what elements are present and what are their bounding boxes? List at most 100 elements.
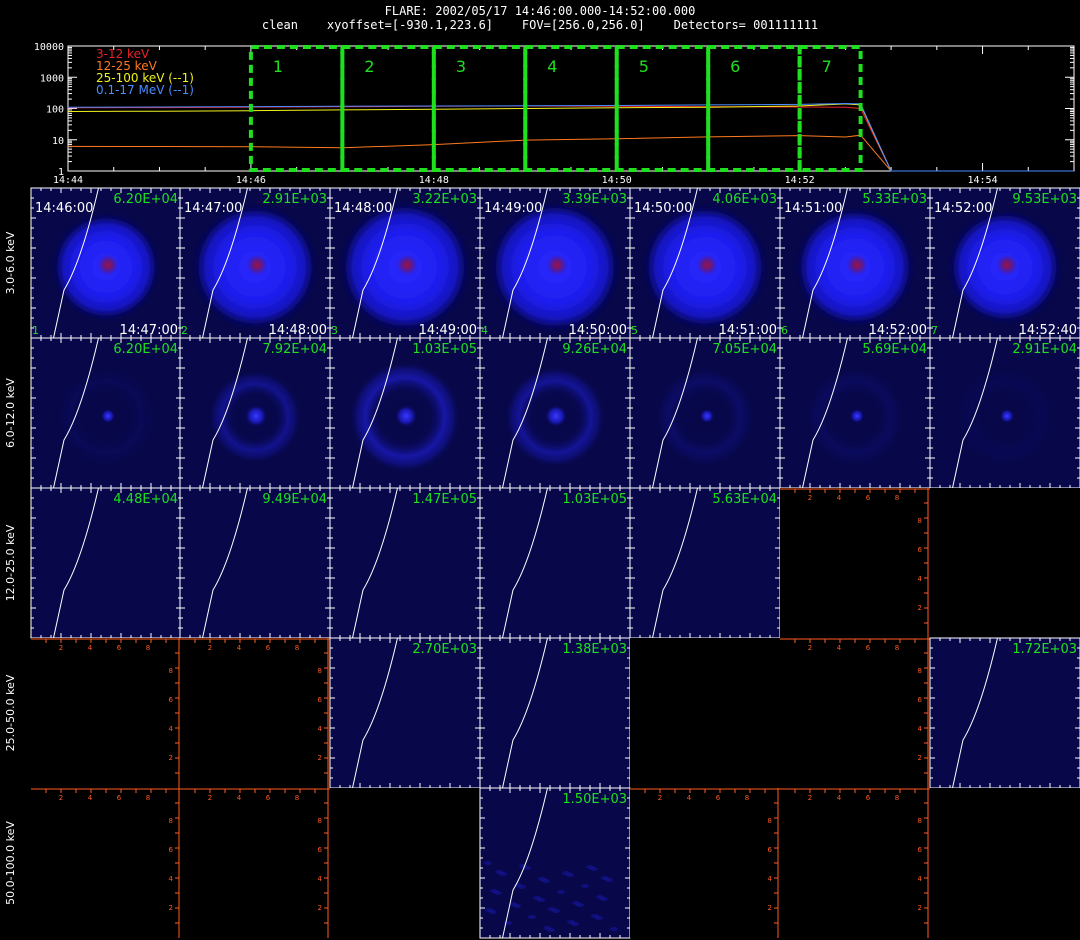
panel-max-value: 7.05E+04 [712, 342, 777, 357]
source-core [695, 253, 719, 277]
empty-axis-tick-label: 8 [318, 817, 322, 825]
panel-max-value: 6.20E+04 [113, 192, 178, 207]
panel-max-value: 1.38E+03 [562, 642, 627, 657]
source-core [545, 253, 569, 277]
image-panel: 2 2 4 4 6 6 8 8 [31, 788, 181, 938]
empty-axis-tick-label: 6 [768, 846, 773, 854]
panel-background [180, 488, 330, 638]
image-panel: 1.03E+05 [329, 337, 481, 489]
image-panel [930, 788, 1080, 938]
empty-axis-tick-label: 4 [318, 725, 323, 733]
source-core [395, 405, 417, 427]
panel-max-value: 9.26E+04 [562, 342, 627, 357]
image-panel: 7.05E+04 [629, 337, 781, 489]
image-panel: 2.91E+04 [929, 337, 1080, 489]
image-panel: 9.53E+03 14:52:00 14:52:40 7 [929, 187, 1080, 339]
panel-max-value: 1.47E+05 [412, 492, 477, 507]
panel-end-time: 14:48:00 [269, 323, 327, 338]
image-panel: 9.26E+04 [479, 337, 631, 489]
noise-blob [548, 907, 556, 911]
noise-blob [495, 870, 503, 874]
image-panel [330, 788, 480, 938]
source-core [96, 253, 120, 277]
panel-background [180, 638, 330, 788]
empty-axis-tick-label: 8 [146, 644, 150, 652]
image-panel: 2 2 4 4 6 6 8 8 [780, 488, 930, 638]
empty-axis-tick-label: 6 [866, 494, 871, 502]
panel-background [630, 788, 780, 938]
empty-axis-tick-label: 4 [918, 575, 923, 583]
panel-background [630, 488, 780, 638]
panel-start-time: 14:47:00 [184, 201, 242, 216]
empty-axis-tick-label: 2 [59, 794, 63, 802]
panel-start-time: 14:49:00 [484, 201, 542, 216]
empty-axis-tick-label: 4 [237, 794, 242, 802]
empty-axis-tick-label: 8 [895, 794, 899, 802]
empty-axis-tick-label: 6 [716, 794, 721, 802]
empty-axis-tick-label: 6 [169, 696, 174, 704]
empty-axis-tick-label: 2 [768, 904, 772, 912]
panel-max-value: 1.72E+03 [1012, 642, 1077, 657]
panel-interval-number: 7 [931, 324, 938, 337]
empty-axis-tick-label: 6 [266, 644, 271, 652]
noise-blob [591, 914, 599, 918]
panel-background [480, 488, 630, 638]
panel-start-time: 14:46:00 [35, 201, 93, 216]
empty-axis-tick-label: 2 [318, 904, 322, 912]
empty-axis-tick-label: 8 [318, 667, 322, 675]
panel-start-time: 14:48:00 [334, 201, 392, 216]
image-panel: 1.47E+05 [329, 487, 481, 639]
noise-blob [490, 889, 498, 893]
image-panel: 2 2 4 4 6 6 8 8 [31, 638, 181, 788]
empty-axis-tick-label: 6 [117, 644, 122, 652]
panel-max-value: 1.50E+03 [562, 792, 627, 807]
image-panel: 4.48E+04 [30, 487, 182, 639]
panel-max-value: 1.03E+05 [412, 342, 477, 357]
panel-end-time: 14:47:00 [120, 323, 178, 338]
empty-axis-tick-label: 6 [866, 794, 871, 802]
noise-blob [557, 890, 565, 894]
source-core [545, 405, 567, 427]
noise-blob [533, 896, 541, 900]
empty-axis-tick-label: 2 [918, 604, 922, 612]
panel-background [780, 638, 930, 788]
panel-max-value: 4.48E+04 [113, 492, 178, 507]
empty-axis-tick-label: 2 [208, 794, 212, 802]
panel-background [330, 638, 480, 788]
source-core [995, 253, 1019, 277]
image-panel: 2 2 4 4 6 6 8 8 [780, 788, 930, 938]
panel-max-value: 7.92E+04 [262, 342, 327, 357]
empty-axis-tick-label: 4 [918, 875, 923, 883]
panel-end-time: 14:49:00 [419, 323, 477, 338]
empty-axis-tick-label: 8 [895, 644, 899, 652]
image-panel: 5.69E+04 [779, 337, 931, 489]
panel-background [330, 788, 480, 938]
panel-background [930, 788, 1080, 938]
empty-axis-tick-label: 8 [918, 667, 922, 675]
image-panel: 4.06E+03 14:50:00 14:51:00 5 [629, 187, 781, 339]
empty-axis-tick-label: 8 [169, 817, 173, 825]
empty-axis-tick-label: 4 [837, 794, 842, 802]
noise-blob [572, 901, 580, 905]
empty-axis-tick-label: 4 [318, 875, 323, 883]
empty-axis-tick-label: 4 [918, 725, 923, 733]
empty-axis-tick-label: 8 [918, 817, 922, 825]
noise-blob [543, 926, 551, 930]
panel-max-value: 5.33E+03 [862, 192, 927, 207]
image-panel: 2 2 4 4 6 6 8 8 [780, 638, 930, 788]
source-core [245, 405, 267, 427]
noise-blob [484, 861, 492, 865]
panel-background [180, 788, 330, 938]
empty-axis-tick-label: 2 [918, 754, 922, 762]
source-core [245, 253, 269, 277]
empty-axis-tick-label: 8 [918, 517, 922, 525]
image-panel: 1.03E+05 [479, 487, 631, 639]
panel-end-time: 14:52:40 [1019, 323, 1077, 338]
empty-axis-tick-label: 2 [658, 794, 662, 802]
empty-axis-tick-label: 4 [88, 644, 93, 652]
noise-blob [528, 915, 536, 919]
empty-axis-tick-label: 4 [768, 875, 773, 883]
image-panel: 9.49E+04 [179, 487, 331, 639]
empty-axis-tick-label: 2 [808, 644, 812, 652]
noise-blob [567, 920, 575, 924]
